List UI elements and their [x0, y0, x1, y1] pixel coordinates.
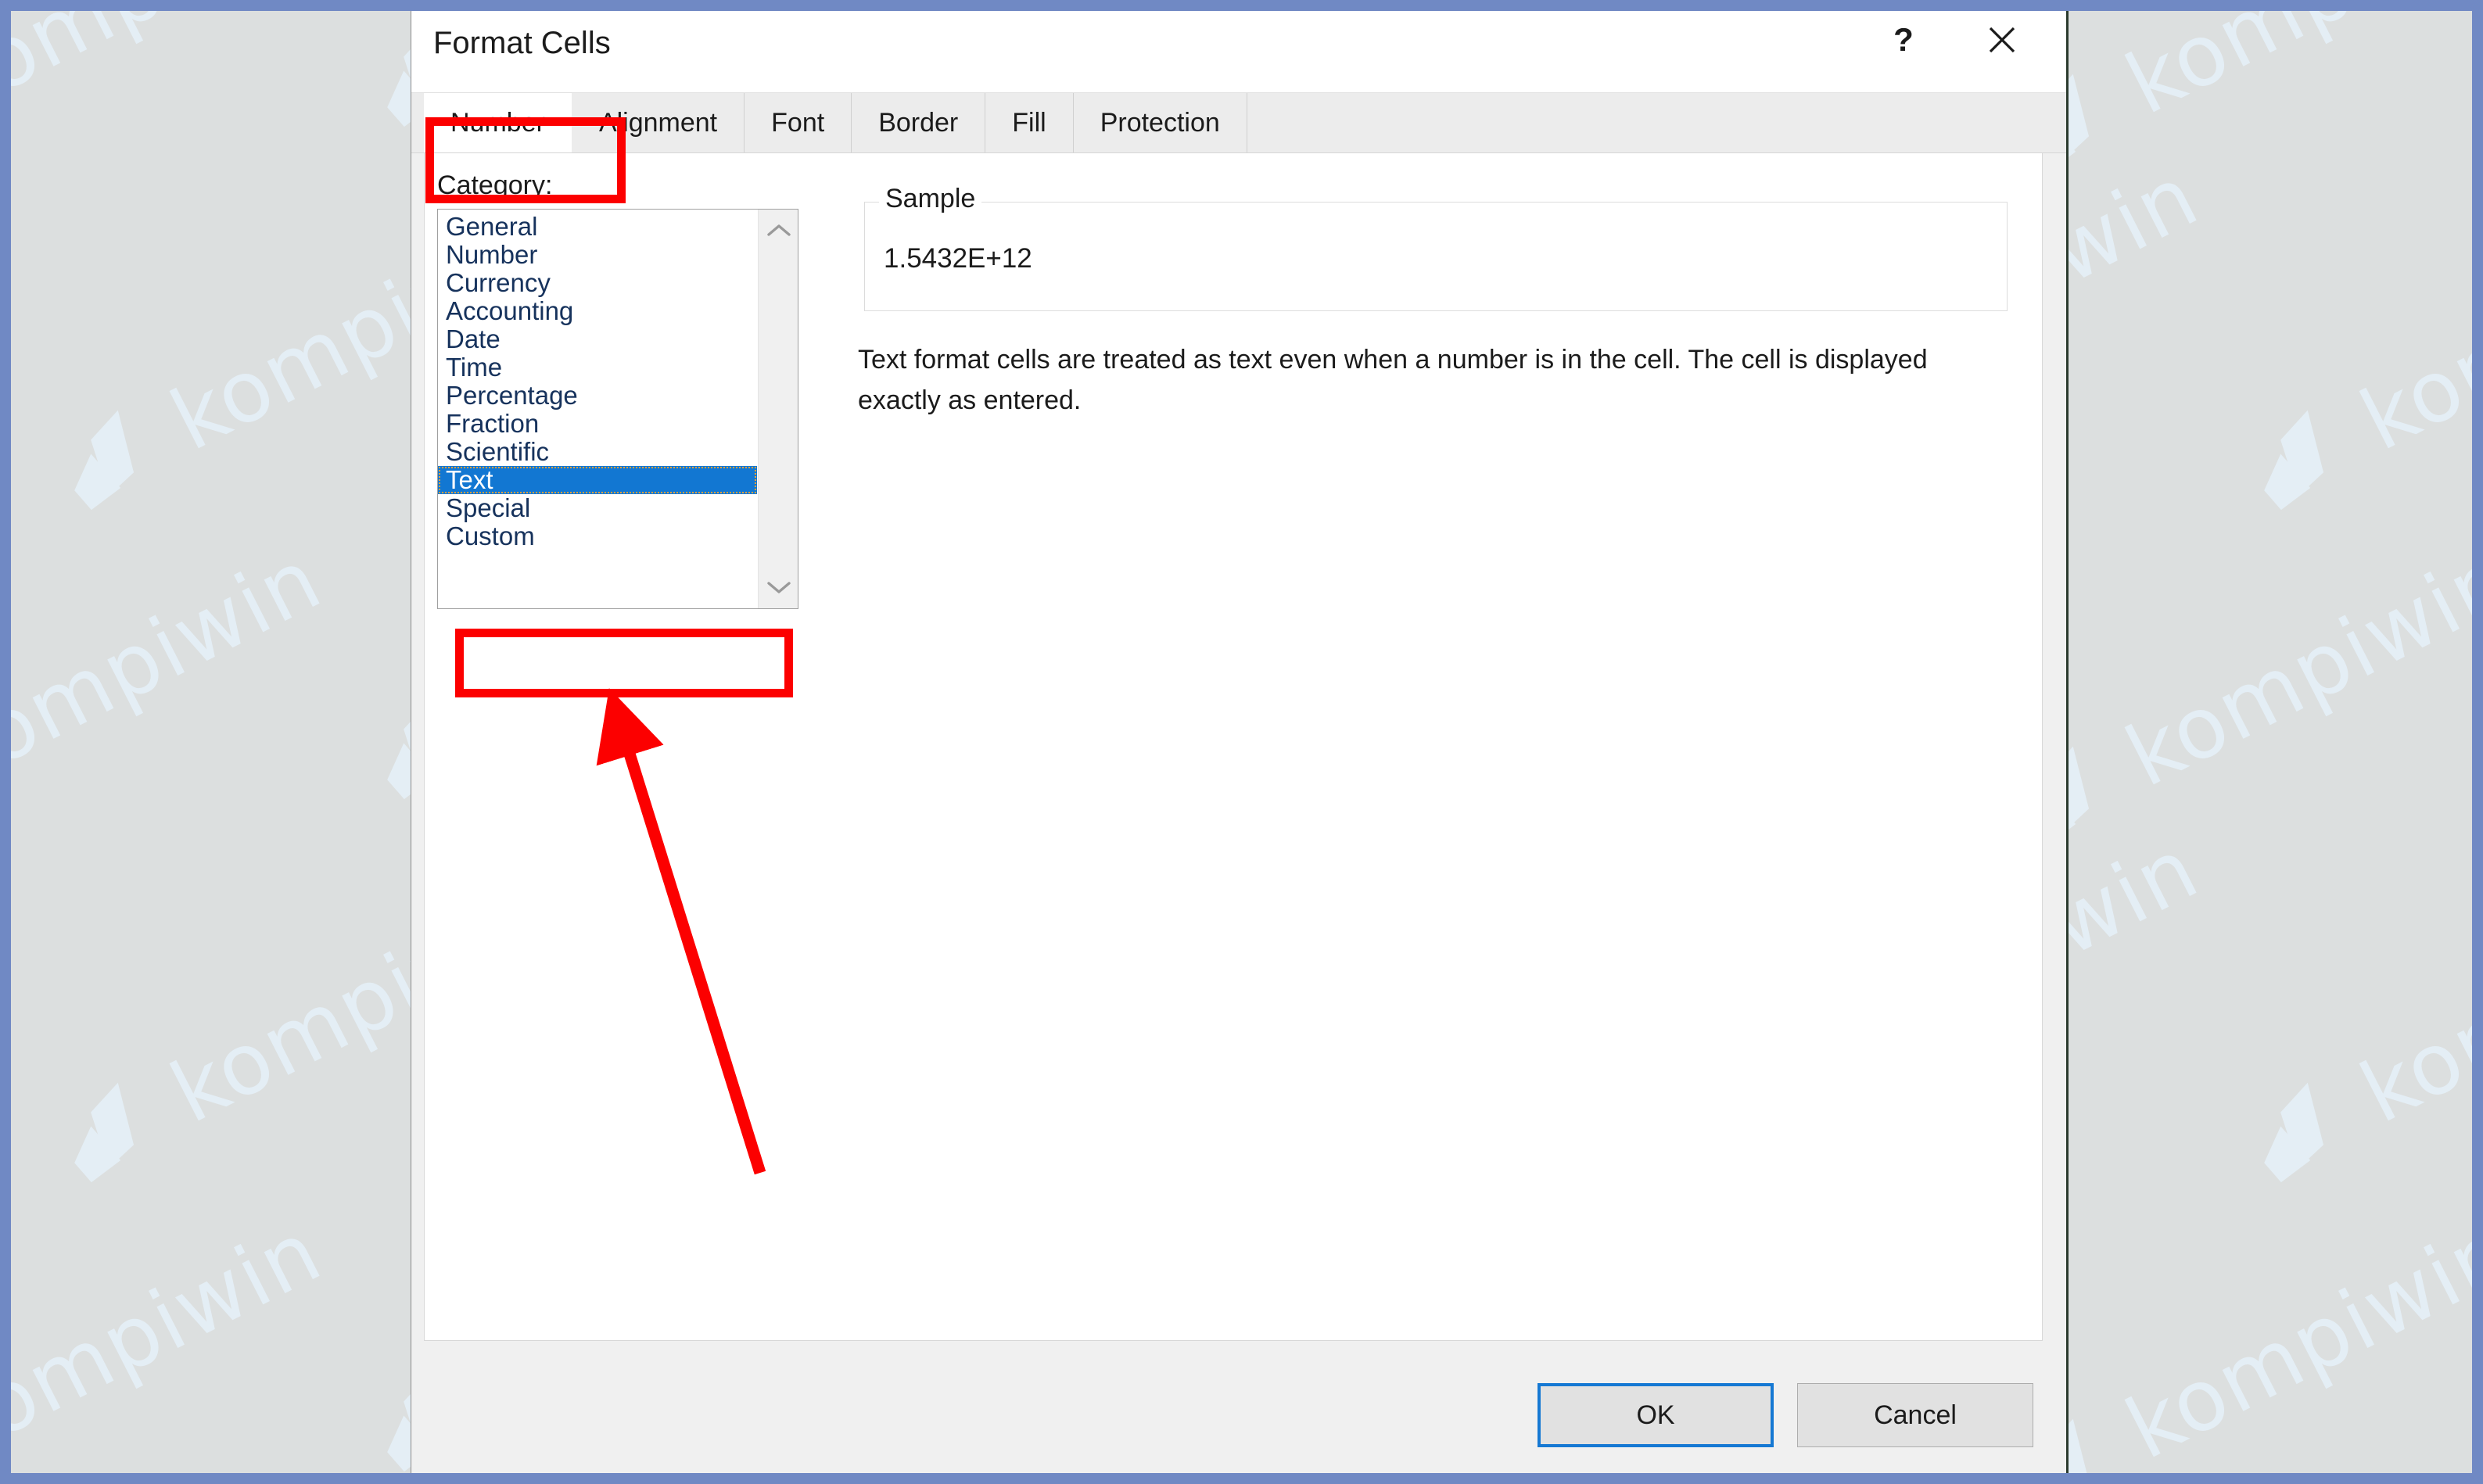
category-item[interactable]: Accounting	[438, 297, 757, 325]
category-list-items: General Number Currency Accounting Date Time P…	[438, 210, 757, 550]
watermark-text: kompiwin	[2112, 11, 2472, 134]
watermark: kompiwin	[1997, 530, 2472, 864]
tab-label: Border	[878, 107, 959, 138]
cancel-button-label: Cancel	[1874, 1400, 1957, 1430]
tab-label: Protection	[1100, 107, 1220, 138]
watermark: kompiwin	[11, 530, 336, 864]
watermark-text: kompiwin	[2112, 530, 2472, 806]
category-item-selected[interactable]: Text	[438, 466, 757, 494]
chevron-down-glyph	[766, 582, 791, 593]
category-item[interactable]: Currency	[438, 269, 757, 297]
tab-alignment[interactable]: Alignment	[572, 93, 745, 152]
category-item[interactable]: Fraction	[438, 410, 757, 438]
tab-border[interactable]: Border	[852, 93, 986, 152]
category-item[interactable]: General	[438, 213, 757, 241]
chevron-up-icon[interactable]	[759, 211, 798, 250]
tab-label: Alignment	[598, 107, 718, 138]
category-item[interactable]: Number	[438, 241, 757, 269]
tab-fill[interactable]: Fill	[985, 93, 1074, 152]
kompiwin-logo-icon	[43, 389, 190, 526]
watermark: kompiwin	[11, 1203, 336, 1473]
category-label: Category:	[437, 170, 552, 201]
watermark: kompiwin	[2232, 866, 2472, 1200]
watermark-text: kompiwin	[2112, 1203, 2472, 1473]
sample-group: Sample 1.5432E+12	[864, 184, 2008, 311]
sample-value: 1.5432E+12	[884, 243, 1032, 274]
dialog-title: Format Cells	[433, 26, 611, 60]
watermark-text: kompiwin	[11, 11, 336, 134]
close-icon[interactable]	[1965, 11, 2040, 71]
kompiwin-logo-icon	[2233, 1062, 2380, 1199]
category-item[interactable]: Special	[438, 494, 757, 522]
ok-button[interactable]: OK	[1538, 1383, 1774, 1447]
watermark: kompiwin	[1997, 11, 2472, 192]
tab-label: Font	[771, 107, 825, 138]
tab-protection[interactable]: Protection	[1073, 93, 1247, 152]
dialog-tabstrip: Number Alignment Font Border Fill Protec…	[411, 93, 2066, 153]
tab-number[interactable]: Number	[424, 93, 572, 152]
kompiwin-logo-icon	[2233, 389, 2380, 526]
category-item[interactable]: Percentage	[438, 382, 757, 410]
category-description: Text format cells are treated as text ev…	[858, 345, 1928, 415]
category-item[interactable]: Date	[438, 325, 757, 353]
category-listbox[interactable]: General Number Currency Accounting Date Time P…	[437, 209, 798, 609]
chevron-up-glyph	[766, 224, 791, 236]
sample-legend: Sample	[879, 184, 982, 214]
category-label-rest: ategory:	[456, 170, 553, 200]
watermark-text: kompiwin	[11, 530, 337, 806]
tab-label: Number	[450, 107, 545, 138]
category-label-accel: C	[437, 170, 457, 200]
category-item[interactable]: Custom	[438, 522, 757, 550]
watermark-text: kompiwin	[11, 1203, 337, 1473]
category-item[interactable]: Time	[438, 353, 757, 382]
watermark: kompiwin	[2232, 194, 2472, 528]
kompiwin-logo-icon	[43, 1062, 190, 1199]
watermark-text: kompiwin	[2346, 194, 2472, 470]
dialog-titlebar: Format Cells ?	[411, 11, 2066, 93]
watermark-text: kompiwin	[2346, 866, 2472, 1142]
format-cells-dialog: Format Cells ? Number Alignment Font Bor…	[411, 11, 2069, 1473]
number-tab-panel: Category: General Number Currency Accountin…	[424, 153, 2043, 1341]
help-icon[interactable]: ?	[1866, 11, 1941, 71]
watermark: kompiwin	[11, 11, 336, 192]
excel-window-background: kompiwin kompiwin kompiwin kompiwin kompiwin…	[11, 11, 2472, 1473]
screen-root: kompiwin kompiwin kompiwin kompiwin kompiwin…	[0, 0, 2483, 1484]
tab-label: Fill	[1012, 107, 1046, 138]
close-glyph	[1989, 27, 2015, 53]
category-scrollbar[interactable]	[758, 210, 798, 608]
cancel-button[interactable]: Cancel	[1797, 1383, 2033, 1447]
ok-button-label: OK	[1636, 1400, 1675, 1430]
category-item[interactable]: Scientific	[438, 438, 757, 466]
watermark: kompiwin	[1997, 1203, 2472, 1473]
tab-font[interactable]: Font	[745, 93, 852, 152]
chevron-down-icon[interactable]	[759, 568, 798, 607]
